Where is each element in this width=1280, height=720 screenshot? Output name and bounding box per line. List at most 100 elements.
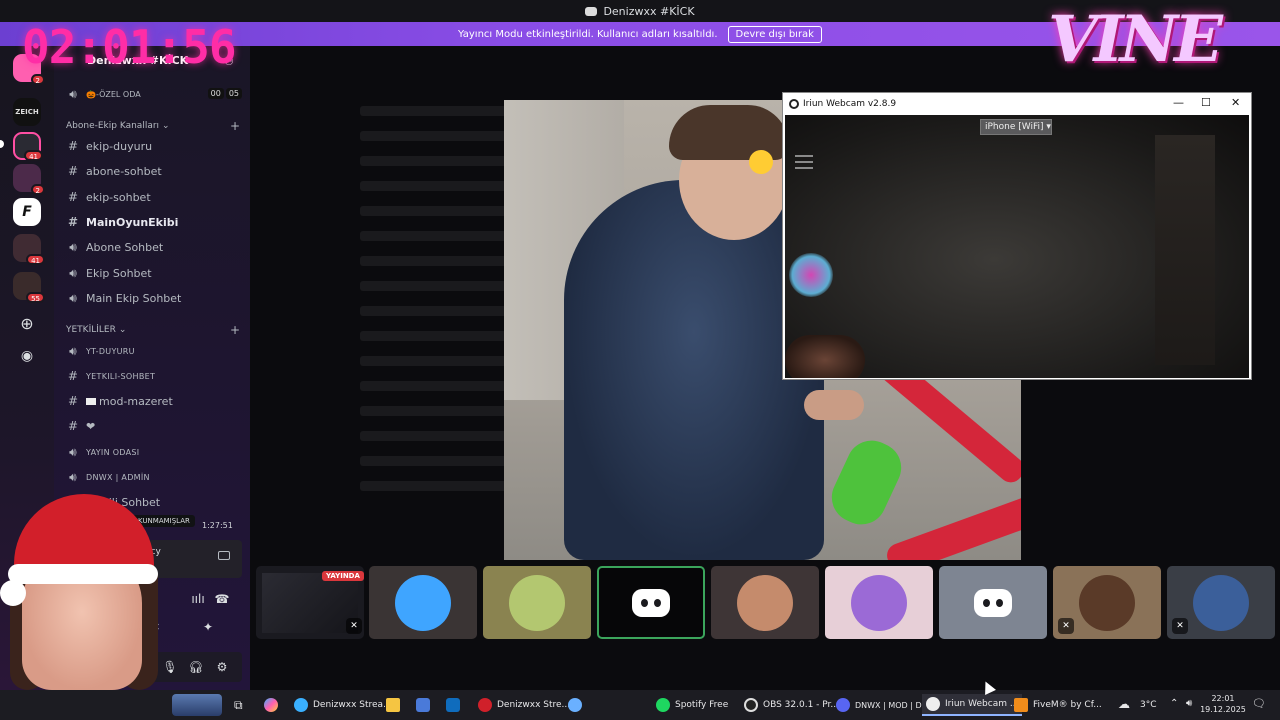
taskbar-label: DNWX | MOD | D... — [855, 700, 930, 710]
server-icon-f[interactable]: F — [13, 198, 41, 226]
channel-item[interactable]: # ❤ — [64, 416, 244, 436]
call-duration: 1:27:51 — [202, 521, 233, 530]
disable-streamer-mode-button[interactable]: Devre dışı bırak — [727, 25, 822, 43]
speaker-icon: 🔊︎ — [69, 469, 77, 484]
server-icon-3[interactable]: 41 — [13, 132, 43, 161]
person-hair — [669, 105, 789, 160]
channel-item[interactable]: # YETKILI-SOHBET — [64, 366, 244, 386]
copilot-logo — [264, 698, 278, 712]
discover-icon[interactable]: ◉ — [13, 342, 41, 370]
voice-channel-item[interactable]: 🔊︎ YT-DUYURU — [64, 341, 244, 361]
voice-channel-item[interactable]: 🔊︎ Main Ekip Sohbet — [64, 288, 244, 308]
channel-label: mod-mazeret — [99, 394, 173, 408]
maximize-icon[interactable]: ☐ — [1201, 96, 1211, 109]
taskbar-discord[interactable]: DNWX | MOD | D... — [836, 694, 929, 716]
discord-icon — [836, 698, 850, 712]
device-select[interactable]: iPhone [WiFi] ▾ — [980, 119, 1052, 135]
hash-icon: # — [67, 139, 79, 153]
unread-badge: 2 — [30, 74, 45, 85]
task-view-icon[interactable]: ⧉ — [234, 694, 243, 716]
taskbar-edge[interactable]: Denizwxx Strea... — [294, 694, 392, 716]
activity-icon[interactable]: ✦ — [200, 620, 216, 634]
extension-icon[interactable] — [568, 694, 587, 716]
taskbar-spotify[interactable]: Spotify Free — [656, 694, 728, 716]
participant-tile-speaking[interactable] — [597, 566, 705, 639]
minimize-icon[interactable]: — — [1173, 96, 1184, 109]
channel-item[interactable]: # ekip-duyuru — [64, 136, 244, 156]
chevron-up-icon[interactable]: ⌃ — [1170, 698, 1178, 709]
participant-tile[interactable] — [483, 566, 591, 639]
screen-share-icon[interactable] — [218, 551, 230, 560]
system-clock[interactable]: 22:01 19.12.2025 — [1200, 693, 1246, 715]
hamburger-menu-icon[interactable] — [795, 155, 813, 173]
add-server-icon[interactable]: ⊕ — [13, 310, 41, 338]
store-icon[interactable] — [416, 694, 435, 716]
weather-icon[interactable]: ☁ — [1118, 697, 1130, 711]
live-badge: YAYINDA — [322, 571, 364, 581]
user-count: 00 — [207, 88, 224, 99]
server-indicator — [0, 140, 4, 148]
notification-icon[interactable]: 🗨︎ — [1252, 697, 1266, 710]
taskbar-iriun[interactable]: Iriun Webcam ... — [922, 694, 1023, 716]
participant-avatar — [395, 574, 451, 631]
participant-tile[interactable] — [939, 566, 1047, 639]
participant-tile[interactable]: ✕ — [1053, 566, 1161, 639]
server-icon-4[interactable]: 2 — [13, 164, 45, 195]
channel-item[interactable]: # abone-sohbet — [64, 161, 244, 181]
user-limit: 05 — [225, 88, 242, 99]
create-channel-icon[interactable]: + — [230, 119, 240, 133]
participants-strip: YAYINDA ✕ ✕ ✕ — [250, 560, 1280, 690]
disconnect-icon[interactable]: ☎ — [214, 592, 230, 606]
hash-icon: # — [67, 190, 79, 204]
category-label: Abone-Ekip Kanalları — [66, 121, 160, 131]
store-logo — [416, 698, 430, 712]
close-icon[interactable]: ✕ — [1231, 96, 1240, 109]
participant-tile[interactable]: ✕ — [1167, 566, 1275, 639]
clock-date: 19.12.2025 — [1200, 705, 1246, 714]
spotify-icon — [656, 698, 670, 712]
taskbar-opera[interactable]: Denizwxx Stre... — [478, 694, 570, 716]
channel-item[interactable]: # MainOyunEkibi — [64, 212, 244, 232]
speaker-icon: 🔊︎ — [69, 86, 77, 101]
participant-tile[interactable] — [369, 566, 477, 639]
soundboard-icon[interactable]: ıılı — [190, 592, 206, 606]
create-channel-icon[interactable]: + — [230, 323, 240, 337]
channel-item[interactable]: # ekip-sohbet — [64, 187, 244, 207]
folder-icon — [386, 698, 400, 712]
stream-timer-overlay: 02:01:56 — [22, 20, 237, 74]
voice-channel-item[interactable]: 🔊︎ Ekip Sohbet — [64, 263, 244, 283]
channel-label: Main Ekip Sohbet — [86, 291, 182, 305]
outlook-icon[interactable] — [446, 694, 465, 716]
taskbar-fivem[interactable]: FiveM® by Cf... — [1014, 694, 1102, 716]
headphones-icon[interactable]: 🎧︎ — [188, 660, 204, 674]
microphone-icon[interactable]: 🎙︎ — [162, 660, 178, 674]
channel-ozel-oda[interactable]: 🔊︎ 🎃-ÖZEL ODA 00 05 — [64, 84, 244, 104]
settings-gear-icon[interactable]: ⚙ — [214, 660, 230, 674]
server-icon-7[interactable]: 55 — [13, 272, 45, 303]
participant-tile[interactable] — [825, 566, 933, 639]
channel-label: abone-sohbet — [86, 164, 162, 178]
server-icon-6[interactable]: 41 — [13, 234, 45, 265]
search-widget[interactable] — [172, 694, 222, 716]
voice-channel-item[interactable]: 🔊︎ Abone Sohbet — [64, 237, 244, 257]
channel-label: YETKILI-SOHBET — [86, 371, 156, 381]
volume-icon[interactable]: 🔊︎ — [1186, 698, 1192, 709]
file-explorer-icon[interactable] — [386, 694, 405, 716]
channel-item[interactable]: # mod-mazeret — [64, 391, 244, 411]
participant-tile-stream[interactable]: YAYINDA ✕ — [256, 566, 364, 639]
category-abone-ekip[interactable]: Abone-Ekip Kanalları ⌄ + — [66, 119, 242, 133]
logo-text: VINE — [1048, 2, 1223, 77]
server-icon-zeich[interactable]: ZEICH — [13, 98, 41, 126]
weather-temp[interactable]: 3°C — [1140, 700, 1157, 710]
participant-tile[interactable] — [711, 566, 819, 639]
discord-default-avatar-icon — [632, 588, 670, 617]
voice-channel-item[interactable]: 🔊︎ YAYIN ODASI — [64, 442, 244, 462]
hash-icon: # — [67, 419, 79, 433]
category-yetkililer[interactable]: YETKİLİLER ⌄ + — [66, 323, 242, 337]
voice-channel-item[interactable]: 🔊︎ DNWX | ADMİN — [64, 467, 244, 487]
copilot-icon[interactable] — [264, 694, 283, 716]
windows-taskbar: ⧉ Denizwxx Strea... Denizwxx Stre... Spo… — [0, 690, 1280, 720]
taskbar-obs[interactable]: OBS 32.0.1 - Pr... — [744, 694, 839, 716]
taskbar-label: OBS 32.0.1 - Pr... — [763, 700, 839, 710]
feed-light — [1155, 135, 1215, 365]
